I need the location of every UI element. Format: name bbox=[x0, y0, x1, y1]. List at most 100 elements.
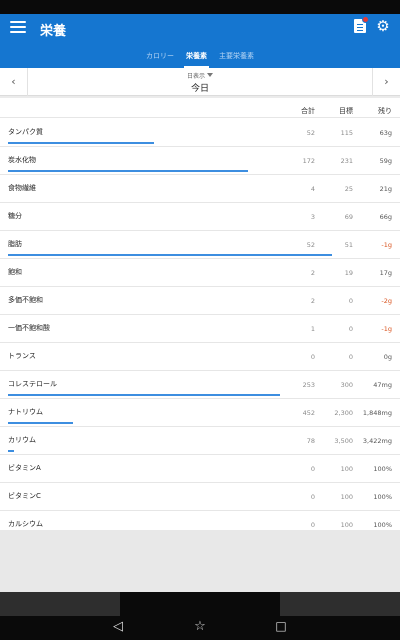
nutrient-goal: 100 bbox=[340, 521, 353, 529]
nav-panel-right bbox=[280, 592, 400, 616]
gear-icon[interactable]: ⚙ bbox=[375, 18, 391, 34]
nutrient-name: 脂肪 bbox=[8, 240, 22, 248]
tab-nutrients[interactable]: 栄養素 bbox=[180, 50, 213, 68]
menu-icon[interactable] bbox=[9, 20, 27, 34]
nutrient-name: ビタミンC bbox=[8, 492, 41, 500]
nutrient-name: 炭水化物 bbox=[8, 156, 36, 164]
nutrient-name: 食物繊維 bbox=[8, 184, 36, 192]
nutrient-total: 452 bbox=[302, 409, 315, 417]
nutrient-total: 1 bbox=[310, 325, 315, 333]
nutrient-remaining: 17g bbox=[379, 269, 392, 277]
chevron-down-icon bbox=[207, 73, 213, 77]
nutrient-name: ビタミンA bbox=[8, 464, 41, 472]
nutrient-remaining: 21g bbox=[379, 185, 392, 193]
nutrient-remaining: 66g bbox=[379, 213, 392, 221]
nutrient-name: トランス bbox=[8, 352, 36, 360]
back-icon[interactable]: ◁ bbox=[108, 619, 128, 635]
nutrient-total: 172 bbox=[302, 157, 315, 165]
nutrient-goal: 2,300 bbox=[334, 409, 353, 417]
nutrient-goal: 100 bbox=[340, 465, 353, 473]
date-value: 今日 bbox=[190, 84, 209, 94]
nutrient-total: 52 bbox=[306, 241, 315, 249]
nutrient-remaining: 0g bbox=[383, 353, 392, 361]
column-goal: 目標 bbox=[339, 107, 353, 115]
nutrient-total: 0 bbox=[310, 493, 315, 501]
nutrient-remaining: 59g bbox=[379, 157, 392, 165]
nutrient-total: 2 bbox=[310, 269, 315, 277]
system-nav-bar: ◁ ☆ □ bbox=[0, 592, 400, 640]
home-icon[interactable]: ☆ bbox=[190, 619, 210, 635]
nutrient-table: 合計 目標 残り タンパク質 52 115 63g 炭水化物 172 231 59g 食物繊維 4… bbox=[0, 98, 400, 567]
tab-bar: カロリー 栄養素 主要栄養素 bbox=[140, 50, 260, 68]
table-row[interactable]: 炭水化物 172 231 59g bbox=[0, 147, 400, 175]
nutrient-goal: 0 bbox=[348, 353, 353, 361]
nutrient-name: ナトリウム bbox=[8, 408, 43, 416]
table-row[interactable]: コレステロール 253 300 47mg bbox=[0, 371, 400, 399]
progress-bar bbox=[8, 254, 332, 256]
date-navigator: ‹ 日表示 今日 › bbox=[0, 68, 400, 96]
nutrient-goal: 115 bbox=[340, 129, 353, 137]
nutrient-goal: 19 bbox=[344, 269, 353, 277]
nutrient-goal: 51 bbox=[344, 241, 353, 249]
nutrient-name: 飽和 bbox=[8, 268, 22, 276]
status-bar bbox=[0, 0, 400, 14]
column-remaining: 残り bbox=[378, 107, 392, 115]
nutrient-remaining: 100% bbox=[373, 493, 392, 501]
nutrient-goal: 231 bbox=[340, 157, 353, 165]
recents-icon[interactable]: □ bbox=[271, 619, 291, 635]
nutrient-goal: 25 bbox=[344, 185, 353, 193]
app-bar: 栄養 ⚙ カロリー 栄養素 主要栄養素 bbox=[0, 14, 400, 68]
table-row[interactable]: トランス 0 0 0g bbox=[0, 343, 400, 371]
nutrient-total: 52 bbox=[306, 129, 315, 137]
table-row[interactable]: 飽和 2 19 17g bbox=[0, 259, 400, 287]
nutrient-name: カルシウム bbox=[8, 520, 43, 528]
table-row[interactable]: 一価不飽和酸 1 0 -1g bbox=[0, 315, 400, 343]
table-row[interactable]: タンパク質 52 115 63g bbox=[0, 119, 400, 147]
chevron-right-icon[interactable]: › bbox=[372, 68, 400, 96]
view-mode-label[interactable]: 日表示 bbox=[140, 71, 260, 80]
nutrient-remaining: 63g bbox=[379, 129, 392, 137]
nutrient-remaining: 3,422mg bbox=[362, 437, 392, 445]
progress-bar bbox=[8, 170, 248, 172]
tab-macronutrients[interactable]: 主要栄養素 bbox=[213, 50, 260, 68]
nutrient-remaining: 47mg bbox=[373, 381, 392, 389]
chevron-left-icon[interactable]: ‹ bbox=[0, 68, 28, 96]
tab-calories[interactable]: カロリー bbox=[140, 50, 180, 68]
table-row[interactable]: ビタミンA 0 100 100% bbox=[0, 455, 400, 483]
progress-bar bbox=[8, 394, 280, 396]
table-row[interactable]: ナトリウム 452 2,300 1,848mg bbox=[0, 399, 400, 427]
nutrient-remaining: 100% bbox=[373, 465, 392, 473]
progress-bar bbox=[8, 422, 73, 424]
nutrient-total: 0 bbox=[310, 465, 315, 473]
nutrient-total: 3 bbox=[310, 213, 315, 221]
nutrient-total: 253 bbox=[302, 381, 315, 389]
table-row[interactable]: ビタミンC 0 100 100% bbox=[0, 483, 400, 511]
table-row[interactable]: 糖分 3 69 66g bbox=[0, 203, 400, 231]
nutrient-remaining: -1g bbox=[381, 325, 392, 333]
nutrient-remaining: 100% bbox=[373, 521, 392, 529]
nutrient-name: カリウム bbox=[8, 436, 36, 444]
nutrient-total: 2 bbox=[310, 297, 315, 305]
nutrient-name: 糖分 bbox=[8, 212, 22, 220]
progress-bar bbox=[8, 450, 14, 452]
nav-panel-left bbox=[0, 592, 120, 616]
nutrient-remaining: 1,848mg bbox=[362, 409, 392, 417]
table-row[interactable]: カリウム 78 3,500 3,422mg bbox=[0, 427, 400, 455]
empty-area bbox=[0, 530, 400, 592]
nutrient-name: コレステロール bbox=[8, 380, 57, 388]
table-row[interactable]: 多価不飽和 2 0 -2g bbox=[0, 287, 400, 315]
report-icon[interactable] bbox=[354, 16, 369, 33]
nutrient-remaining: -2g bbox=[381, 297, 392, 305]
nutrient-total: 0 bbox=[310, 353, 315, 361]
nutrient-goal: 3,500 bbox=[334, 437, 353, 445]
nutrient-name: タンパク質 bbox=[8, 128, 43, 136]
table-row[interactable]: 脂肪 52 51 -1g bbox=[0, 231, 400, 259]
nutrient-goal: 0 bbox=[348, 325, 353, 333]
nutrient-goal: 69 bbox=[344, 213, 353, 221]
table-row[interactable]: 食物繊維 4 25 21g bbox=[0, 175, 400, 203]
date-selector[interactable]: 日表示 今日 bbox=[140, 71, 260, 94]
nutrient-total: 0 bbox=[310, 521, 315, 529]
table-header: 合計 目標 残り bbox=[0, 98, 400, 118]
nutrient-name: 一価不飽和酸 bbox=[8, 324, 50, 332]
nutrient-remaining: -1g bbox=[381, 241, 392, 249]
